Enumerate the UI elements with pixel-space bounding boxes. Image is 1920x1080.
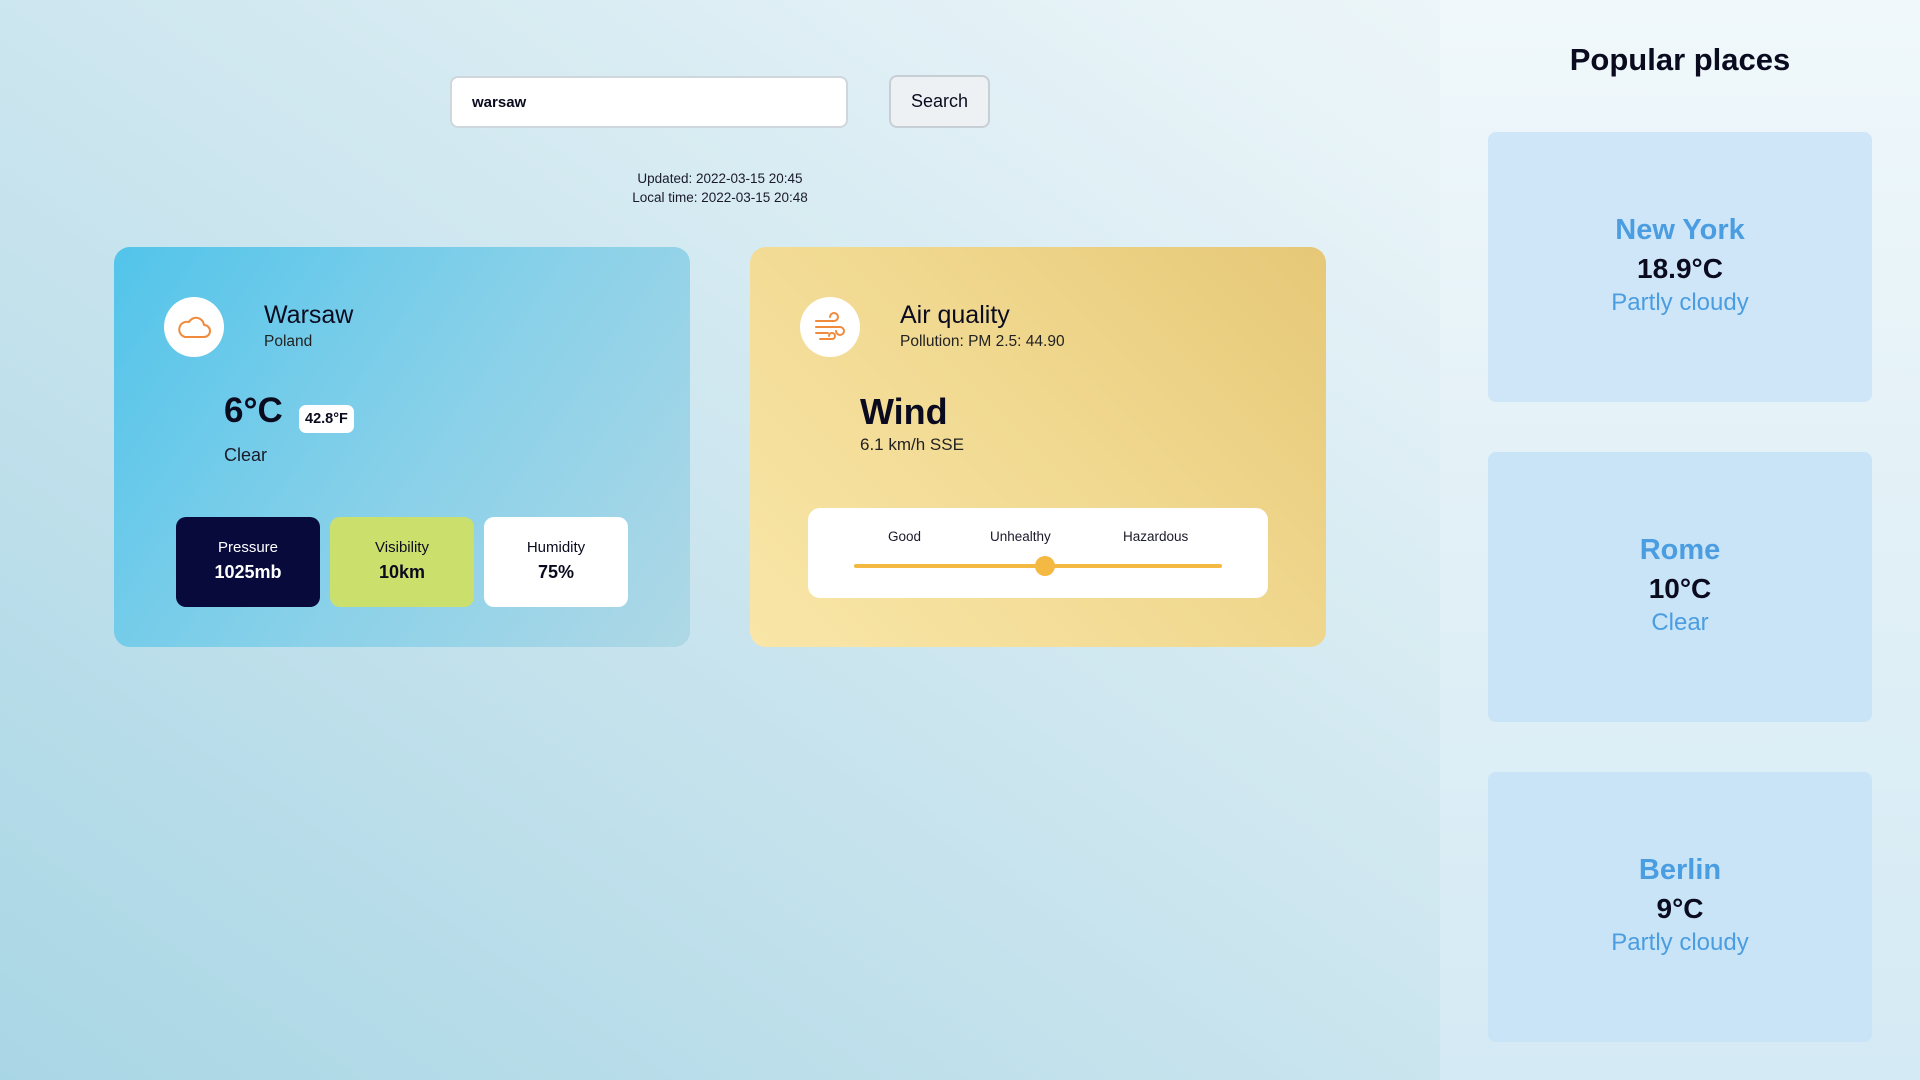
place-card-berlin[interactable]: Berlin 9°C Partly cloudy — [1488, 772, 1872, 1042]
popular-places-sidebar: Popular places New York 18.9°C Partly cl… — [1440, 0, 1920, 1080]
weather-icon-badge — [164, 297, 224, 357]
visibility-label: Visibility — [375, 539, 429, 556]
temperature-celsius: 6°C — [224, 391, 283, 430]
search-input[interactable] — [450, 76, 848, 128]
wind-title: Wind — [860, 391, 948, 432]
sidebar-title: Popular places — [1569, 42, 1791, 77]
visibility-tile: Visibility 10km — [330, 517, 474, 607]
humidity-label: Humidity — [526, 539, 586, 556]
pressure-value: 1025mb — [214, 562, 282, 582]
wind-icon — [815, 312, 845, 340]
place-temperature: 10°C — [1648, 573, 1712, 604]
temperature-fahrenheit-badge: 42.8°F — [299, 405, 354, 433]
cloud-icon — [178, 316, 211, 338]
pollution-text: Pollution: PM 2.5: 44.90 — [900, 333, 1065, 350]
main-area: Search Updated: 2022-03-15 20:45 Local t… — [0, 0, 1440, 1080]
humidity-tile: Humidity 75% — [484, 517, 628, 607]
place-condition: Partly cloudy — [1611, 289, 1749, 316]
place-temperature: 18.9°C — [1637, 253, 1723, 284]
air-quality-title: Air quality — [900, 301, 1010, 329]
scale-label-unhealthy: Unhealthy — [990, 529, 1051, 544]
place-name: New York — [1615, 214, 1745, 246]
humidity-value: 75% — [537, 562, 575, 582]
local-time: Local time: 2022-03-15 20:48 — [632, 190, 808, 205]
place-condition: Partly cloudy — [1611, 929, 1749, 956]
place-condition: Clear — [1651, 609, 1709, 636]
scale-label-hazardous: Hazardous — [1123, 529, 1189, 544]
updated-time: Updated: 2022-03-15 20:45 — [637, 171, 803, 186]
air-quality-card: Air quality Pollution: PM 2.5: 44.90 Win… — [750, 247, 1326, 647]
place-name: Berlin — [1638, 854, 1722, 886]
pressure-tile: Pressure 1025mb — [176, 517, 320, 607]
country-name: Poland — [264, 333, 313, 350]
visibility-value: 10km — [378, 562, 426, 582]
pressure-label: Pressure — [217, 539, 279, 556]
weather-card: Warsaw Poland 6°C 42.8°F Clear Pressure … — [114, 247, 690, 647]
weather-condition: Clear — [224, 445, 268, 465]
place-card-new-york[interactable]: New York 18.9°C Partly cloudy — [1488, 132, 1872, 402]
air-icon-badge — [800, 297, 860, 357]
air-quality-slider-thumb[interactable] — [1035, 556, 1056, 576]
wind-value: 6.1 km/h SSE — [860, 435, 964, 454]
city-name: Warsaw — [264, 301, 354, 329]
place-name: Rome — [1639, 534, 1721, 566]
place-temperature: 9°C — [1656, 893, 1704, 924]
scale-label-good: Good — [888, 529, 922, 544]
air-quality-scale: Good Unhealthy Hazardous — [808, 508, 1268, 598]
search-button[interactable]: Search — [889, 75, 990, 128]
place-card-rome[interactable]: Rome 10°C Clear — [1488, 452, 1872, 722]
